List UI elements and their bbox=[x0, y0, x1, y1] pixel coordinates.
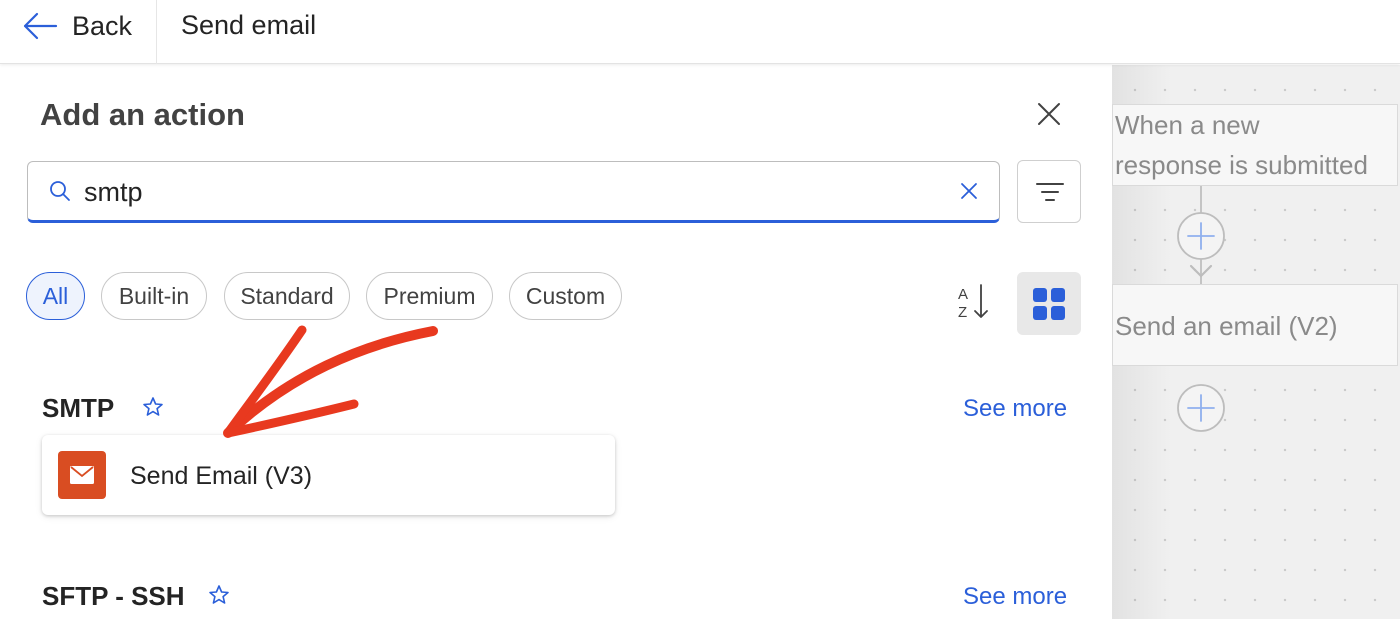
arrow-down-icon bbox=[1189, 264, 1213, 278]
top-bar: Back Send email bbox=[0, 0, 1400, 64]
svg-text:Z: Z bbox=[958, 304, 967, 321]
smtp-logo bbox=[58, 451, 106, 499]
trigger-node[interactable]: When a new response is submitted bbox=[1112, 104, 1398, 186]
action-node[interactable]: Send an email (V2) bbox=[1112, 284, 1398, 366]
svg-text:A: A bbox=[958, 286, 968, 303]
filter-pill-all[interactable]: All bbox=[26, 272, 85, 320]
back-button[interactable]: Back bbox=[22, 8, 132, 44]
see-more-smtp[interactable]: See more bbox=[963, 395, 1067, 423]
add-step-icon[interactable] bbox=[1176, 211, 1226, 261]
page-title: Send email bbox=[181, 10, 317, 40]
section-title-sftp-ssh: SFTP - SSH bbox=[42, 581, 185, 611]
filter-button[interactable] bbox=[1017, 160, 1081, 223]
mail-icon bbox=[70, 466, 94, 484]
filter-pill-standard[interactable]: Standard bbox=[224, 272, 350, 320]
action-card-send-email-v3[interactable]: Send Email (V3) bbox=[42, 435, 615, 515]
search-icon bbox=[50, 181, 70, 201]
filter-pill-premium[interactable]: Premium bbox=[366, 272, 493, 320]
add-action-panel: Add an action All Built-in Standard Prem… bbox=[0, 65, 1112, 619]
divider bbox=[156, 0, 157, 64]
sort-az-icon[interactable]: A Z bbox=[950, 279, 996, 325]
filter-pill-built-in[interactable]: Built-in bbox=[101, 272, 207, 320]
grid-view-button[interactable] bbox=[1017, 272, 1081, 335]
trigger-line-1: When a new bbox=[1115, 110, 1260, 140]
star-icon[interactable] bbox=[207, 583, 231, 607]
see-more-sftp-ssh[interactable]: See more bbox=[963, 583, 1067, 611]
add-step-icon[interactable] bbox=[1176, 383, 1226, 433]
close-icon[interactable] bbox=[1030, 95, 1068, 133]
section-title-smtp: SMTP bbox=[42, 393, 115, 423]
panel-title: Add an action bbox=[40, 97, 245, 132]
trigger-line-2: response is submitted bbox=[1115, 150, 1368, 180]
filter-icon bbox=[1036, 183, 1064, 201]
clear-icon[interactable] bbox=[957, 179, 981, 203]
back-label: Back bbox=[72, 10, 133, 41]
arrow-left-icon bbox=[23, 12, 58, 40]
search-input[interactable] bbox=[84, 174, 944, 210]
search-box bbox=[27, 161, 1000, 223]
filter-pill-custom[interactable]: Custom bbox=[509, 272, 622, 320]
action-label: Send Email (V3) bbox=[130, 462, 313, 490]
star-icon[interactable] bbox=[141, 395, 165, 419]
